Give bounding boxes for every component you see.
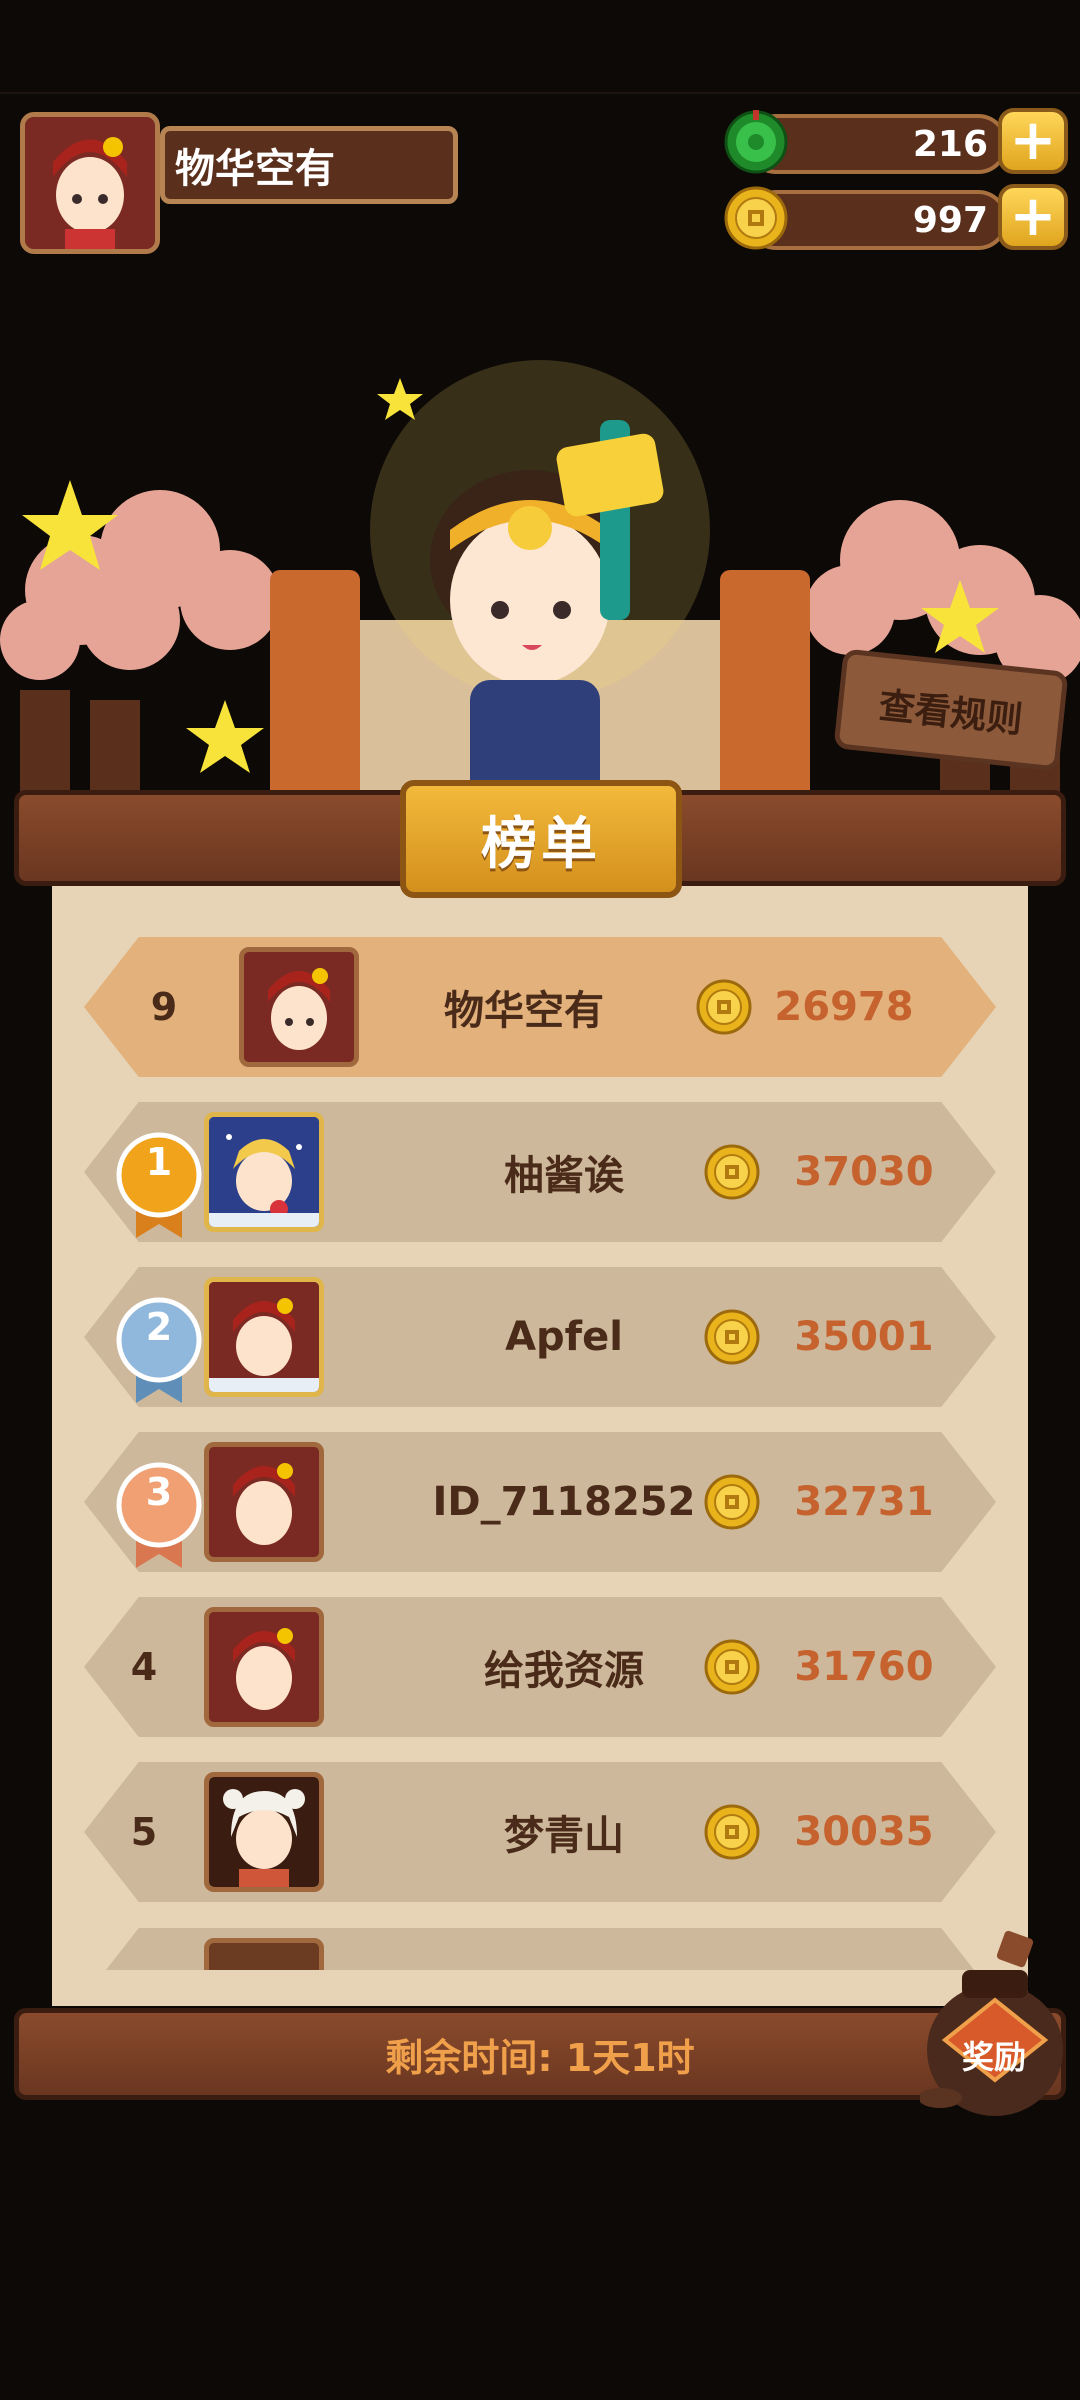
- green-jade-icon: [724, 110, 788, 174]
- player-username: 柚酱诶: [504, 1153, 624, 1199]
- avatar-portrait-icon: [209, 1117, 319, 1227]
- leaderboard-row[interactable]: 4 给我资源 31760: [84, 1597, 996, 1737]
- reward-jar-icon[interactable]: [920, 1930, 1070, 2120]
- my-avatar: [239, 947, 359, 1067]
- gold-coin-icon: [696, 979, 752, 1035]
- top-divider: [0, 92, 1080, 94]
- my-rank-row[interactable]: 9 物华空有 26978: [84, 937, 996, 1077]
- leaderboard-row[interactable]: 5 梦青山 30035: [84, 1762, 996, 1902]
- player-username: Apfel: [505, 1314, 623, 1360]
- player-username: 给我资源: [484, 1648, 644, 1694]
- player-score: 35001: [794, 1314, 934, 1360]
- player-name-plate: 物华空有: [160, 126, 458, 204]
- reward-label: 奖励: [961, 2038, 1026, 2076]
- leaderboard-row-partial[interactable]: [84, 1928, 996, 1970]
- player-avatar: [204, 1772, 324, 1892]
- player-score: 31760: [794, 1644, 934, 1690]
- gold-coin-icon: [724, 186, 788, 250]
- rank-number: 5: [130, 1810, 158, 1854]
- player-avatar: [204, 1938, 324, 1970]
- leaderboard-title: 榜单: [400, 780, 682, 898]
- coin-value: 997: [912, 199, 988, 241]
- rank-number: 1: [145, 1140, 173, 1184]
- leaderboard-title-text: 榜单: [481, 811, 601, 877]
- rank-number: 2: [145, 1305, 173, 1349]
- reward-button[interactable]: 奖励: [946, 2030, 1042, 2080]
- leaderboard-row[interactable]: 3 ID_7118252 32731: [84, 1432, 996, 1572]
- gold-coin-icon: [704, 1804, 760, 1860]
- player-username: 梦青山: [504, 1813, 624, 1859]
- add-jade-button[interactable]: +: [998, 108, 1068, 174]
- leaderboard-row[interactable]: 2 Apfel 35001: [84, 1267, 996, 1407]
- view-rules-label: 查看规则: [876, 685, 1025, 742]
- my-rank-number: 9: [150, 985, 178, 1029]
- player-name: 物华空有: [175, 146, 335, 192]
- avatar-portrait-icon: [209, 1447, 319, 1557]
- player-score: 32731: [794, 1479, 934, 1525]
- gold-coin-icon: [704, 1309, 760, 1365]
- player-avatar: [204, 1607, 324, 1727]
- leaderboard-row[interactable]: 1 柚酱诶 37030: [84, 1102, 996, 1242]
- my-score: 26978: [774, 984, 914, 1030]
- avatar-portrait-icon: [209, 1777, 319, 1887]
- leaderboard-footer-board: 剩余时间: 1天1时: [14, 2008, 1066, 2100]
- player-avatar: [204, 1112, 324, 1232]
- player-score: 30035: [794, 1809, 934, 1855]
- leaderboard-list[interactable]: 9 物华空有 26978 1 柚酱诶 37030 2 Apfel 35001 3…: [52, 920, 1028, 1970]
- rank-number: 4: [130, 1645, 158, 1689]
- player-username: ID_7118252: [432, 1479, 696, 1525]
- avatar-portrait-icon: [209, 1612, 319, 1722]
- avatar-portrait-icon: [209, 1282, 319, 1392]
- gold-coin-icon: [704, 1639, 760, 1695]
- my-username: 物华空有: [444, 988, 604, 1034]
- avatar-portrait-icon: [244, 952, 354, 1062]
- player-avatar: [204, 1442, 324, 1562]
- jade-value: 216: [912, 123, 988, 165]
- avatar-portrait-icon: [25, 117, 155, 249]
- player-avatar[interactable]: [20, 112, 160, 254]
- plus-icon: +: [1009, 108, 1057, 173]
- add-coins-button[interactable]: +: [998, 184, 1068, 250]
- player-score: 37030: [794, 1149, 934, 1195]
- remaining-time: 剩余时间: 1天1时: [385, 2035, 695, 2080]
- rank-number: 3: [145, 1470, 173, 1514]
- gold-coin-icon: [704, 1474, 760, 1530]
- player-avatar: [204, 1277, 324, 1397]
- plus-icon: +: [1009, 184, 1057, 249]
- gold-coin-icon: [704, 1144, 760, 1200]
